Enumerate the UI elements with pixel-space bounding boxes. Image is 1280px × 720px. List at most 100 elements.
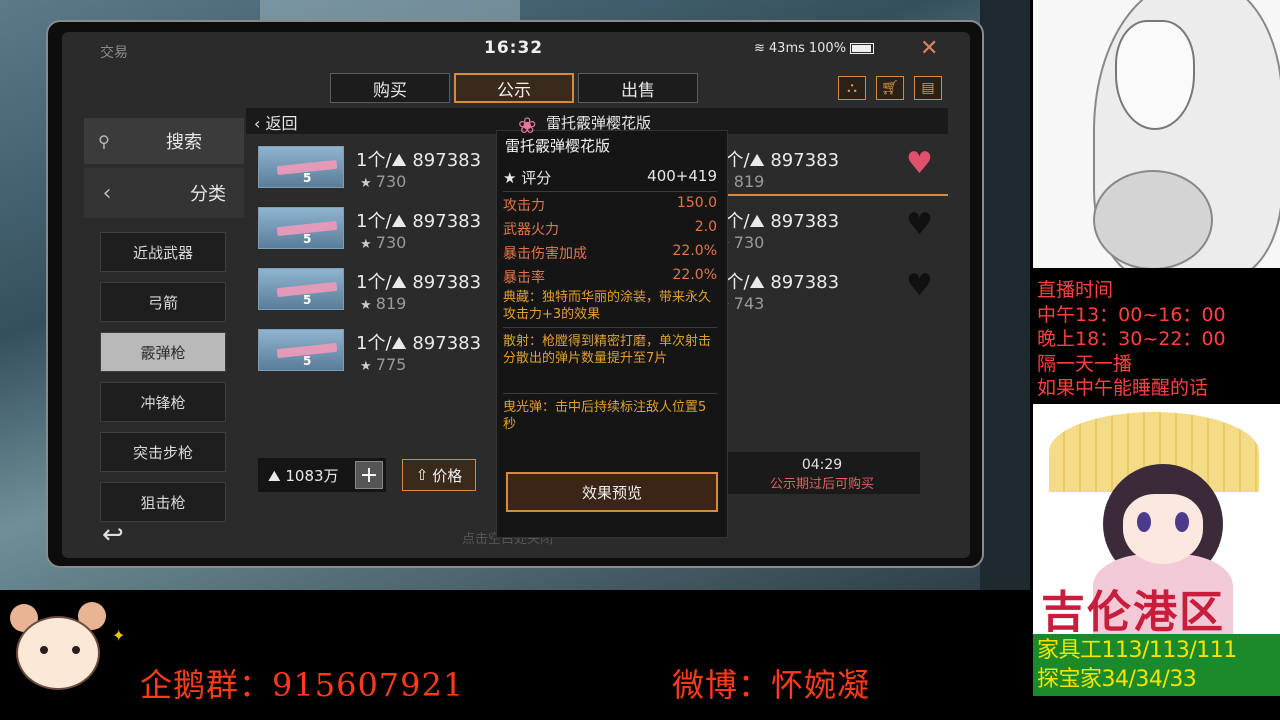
face-shape	[1115, 20, 1195, 130]
search-button[interactable]: ⚲ 搜索	[84, 118, 244, 164]
stat-value: 22.0%	[672, 267, 717, 283]
score-value: 775	[375, 355, 407, 374]
category-button[interactable]: ‹ 分类	[84, 168, 244, 218]
search-label: 搜索	[166, 132, 202, 153]
search-icon: ⚲	[98, 131, 110, 151]
stat-row: 攻击力 150.0	[503, 195, 717, 215]
stat-label: 攻击力	[503, 198, 545, 214]
chibi-eye	[1175, 512, 1189, 532]
weapon-level: 5	[303, 293, 312, 307]
divider	[503, 191, 717, 192]
rating-value: 400+419	[647, 167, 717, 185]
rating-row: ★ 评分 400+419	[503, 167, 717, 188]
mascot-eye	[72, 646, 80, 654]
sakura-icon: ❀	[518, 114, 537, 139]
weapon-thumbnail: 5	[258, 268, 344, 310]
rating-icon: ★	[360, 359, 376, 374]
tab-publicity[interactable]: 公示	[454, 73, 574, 103]
stat-label: 武器火力	[503, 222, 559, 238]
category-item[interactable]: 霰弹枪	[100, 332, 226, 372]
chibi-face	[1123, 494, 1203, 564]
latency: 43ms	[768, 41, 805, 56]
stat-value: 2.0	[694, 219, 717, 235]
balance-amount: 1083万	[285, 466, 339, 485]
category-item[interactable]: 狙击枪	[100, 482, 226, 522]
heart-icon[interactable]: ♥	[906, 146, 933, 181]
mascot-icon: ✦	[6, 596, 125, 706]
score-value: 743	[733, 294, 765, 313]
listing-price: 1个/⛰ 897383	[714, 272, 840, 293]
mascot-head	[16, 616, 100, 690]
wifi-icon: ≋	[754, 41, 765, 56]
score-value: 730	[733, 233, 765, 252]
listing-price: 1个/⛰ 897383	[714, 211, 840, 232]
currency-balance: ⛰ 1083万 +	[258, 458, 386, 492]
category-item[interactable]: 冲锋枪	[100, 382, 226, 422]
weapon-level: 5	[303, 171, 312, 185]
category-item[interactable]: 弓箭	[100, 282, 226, 322]
stat-label: 暴击伤害加成	[503, 246, 587, 262]
stat-value: 150.0	[676, 195, 717, 211]
score-value: 819	[375, 294, 407, 313]
tab-sell[interactable]: 出售	[578, 73, 698, 103]
heart-icon[interactable]: ♥	[906, 268, 933, 303]
heart-icon[interactable]: ♥	[906, 207, 933, 242]
rating-icon: ★	[503, 169, 522, 187]
tab-buy[interactable]: 购买	[330, 73, 450, 103]
hierarchy-icon[interactable]: ⛬	[838, 76, 866, 100]
weapon-thumbnail: 5	[258, 329, 344, 371]
stat-line: 探宝家34/34/33	[1037, 667, 1197, 692]
listing-row[interactable]: 5 1个/⛰ 897383 ★ 730	[246, 203, 496, 257]
weibo-text: 微博：怀婉凝	[672, 666, 871, 704]
rating-label: ★ 评分	[503, 167, 551, 188]
listing-row[interactable]: 5 1个/⛰ 897383 ★ 819	[246, 264, 496, 318]
divider	[503, 327, 717, 328]
listing-row[interactable]: 5 1个/⛰ 897383 ★ 775	[246, 325, 496, 379]
undo-icon[interactable]: ↩	[102, 520, 124, 550]
stat-value: 22.0%	[672, 243, 717, 259]
schedule-line: 如果中午能睡醒的话	[1037, 377, 1209, 399]
category-item[interactable]: 近战武器	[100, 232, 226, 272]
category-item[interactable]: 突击步枪	[100, 432, 226, 472]
divider	[503, 393, 717, 394]
rating-icon: ★	[360, 298, 376, 313]
score-value: 819	[733, 172, 765, 191]
listing-price: 1个/⛰ 897383	[356, 150, 482, 171]
listing-row[interactable]: 5 1个/⛰ 897383 ★ 730	[246, 142, 496, 196]
publicity-timer: 04:29 公示期过后可购买	[724, 452, 920, 494]
trade-tabs: 购买 公示 出售	[330, 73, 698, 103]
app-title: 交易	[100, 45, 128, 61]
category-list: 近战武器 弓箭 霰弹枪 冲锋枪 突击步枪 狙击枪	[100, 232, 226, 532]
top-icon-group: ⛬ 🛒︎ ▤	[838, 76, 942, 100]
schedule-line: 直播时间	[1037, 279, 1114, 301]
stat-row: 暴击伤害加成 22.0%	[503, 243, 717, 263]
chevron-left-icon: ‹	[102, 180, 112, 206]
sort-up-icon: ⇧	[415, 466, 429, 484]
balance-value: ⛰ 1083万	[268, 466, 339, 485]
rating-icon: ★	[360, 176, 376, 191]
cart-icon[interactable]: 🛒︎	[876, 76, 904, 100]
weapon-thumbnail: 5	[258, 146, 344, 188]
battery-icon	[850, 43, 875, 54]
effect-preview-button[interactable]: 效果预览	[506, 472, 718, 512]
stat-row: 武器火力 2.0	[503, 219, 717, 239]
back-link[interactable]: ‹ 返回	[254, 110, 298, 134]
close-icon[interactable]: ✕	[920, 36, 938, 61]
status-bar: 交易 16:32 ≋ 43ms 100% ✕	[62, 32, 970, 66]
price-sort-button[interactable]: ⇧ 价格	[402, 459, 476, 491]
category-label: 分类	[190, 184, 226, 205]
listing-score: ★ 775	[360, 355, 406, 374]
clock: 16:32	[484, 38, 544, 58]
timer-value: 04:29	[801, 457, 843, 473]
rating-text: 评分	[521, 169, 552, 187]
rating-icon: ★	[360, 237, 376, 252]
effect-text: 曳光弹：击中后持续标注敌人位置5秒	[503, 400, 707, 432]
listing-score: ★ 730	[360, 172, 406, 191]
add-currency-button[interactable]: +	[355, 461, 383, 489]
stat-row: 暴击率 22.0%	[503, 267, 717, 287]
trade-tablet: 交易 16:32 ≋ 43ms 100% ✕ 购买 公示 出售 ⛬ 🛒︎ ▤ ⚲…	[46, 20, 984, 568]
weapon-level: 5	[303, 354, 312, 368]
sort-label: 价格	[432, 466, 463, 485]
records-icon[interactable]: ▤	[914, 76, 942, 100]
stat-label: 暴击率	[503, 270, 545, 286]
